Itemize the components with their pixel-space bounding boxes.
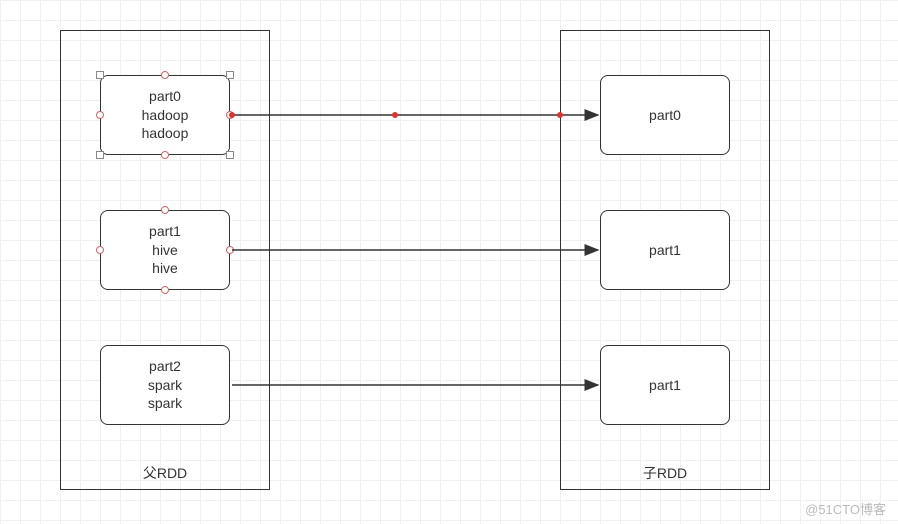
selection-anchor-icon[interactable]	[161, 286, 169, 294]
selection-handle-icon[interactable]	[96, 71, 104, 79]
parent-part0-line0: part0	[149, 87, 181, 106]
child-part2[interactable]: part1	[600, 345, 730, 425]
parent-part2-line2: spark	[148, 394, 182, 413]
child-part0[interactable]: part0	[600, 75, 730, 155]
parent-part0[interactable]: part0 hadoop hadoop	[100, 75, 230, 155]
arrow-endpoint-icon[interactable]	[229, 112, 235, 118]
parent-part1[interactable]: part1 hive hive	[100, 210, 230, 290]
watermark: @51CTO博客	[805, 499, 886, 518]
selection-anchor-icon[interactable]	[161, 206, 169, 214]
parent-part2[interactable]: part2 spark spark	[100, 345, 230, 425]
selection-handle-icon[interactable]	[226, 151, 234, 159]
selection-anchor-icon[interactable]	[96, 111, 104, 119]
parent-part1-line0: part1	[149, 222, 181, 241]
selection-anchor-icon[interactable]	[161, 151, 169, 159]
selection-handle-icon[interactable]	[226, 71, 234, 79]
selection-anchor-icon[interactable]	[161, 71, 169, 79]
child-part2-line0: part1	[649, 376, 681, 395]
parent-part2-line1: spark	[148, 376, 182, 395]
child-rdd-label: 子RDD	[561, 463, 769, 483]
selection-handle-icon[interactable]	[96, 151, 104, 159]
child-part1-line0: part1	[649, 241, 681, 260]
child-part0-line0: part0	[649, 106, 681, 125]
child-part1[interactable]: part1	[600, 210, 730, 290]
parent-rdd-label: 父RDD	[61, 463, 269, 483]
selection-anchor-icon[interactable]	[226, 246, 234, 254]
parent-part0-line1: hadoop	[142, 106, 189, 125]
arrow-endpoint-icon[interactable]	[557, 112, 563, 118]
parent-part2-line0: part2	[149, 357, 181, 376]
arrow-midpoint-icon[interactable]	[392, 112, 398, 118]
parent-part1-line2: hive	[152, 259, 178, 278]
parent-part0-line2: hadoop	[142, 124, 189, 143]
selection-anchor-icon[interactable]	[96, 246, 104, 254]
parent-part1-line1: hive	[152, 241, 178, 260]
